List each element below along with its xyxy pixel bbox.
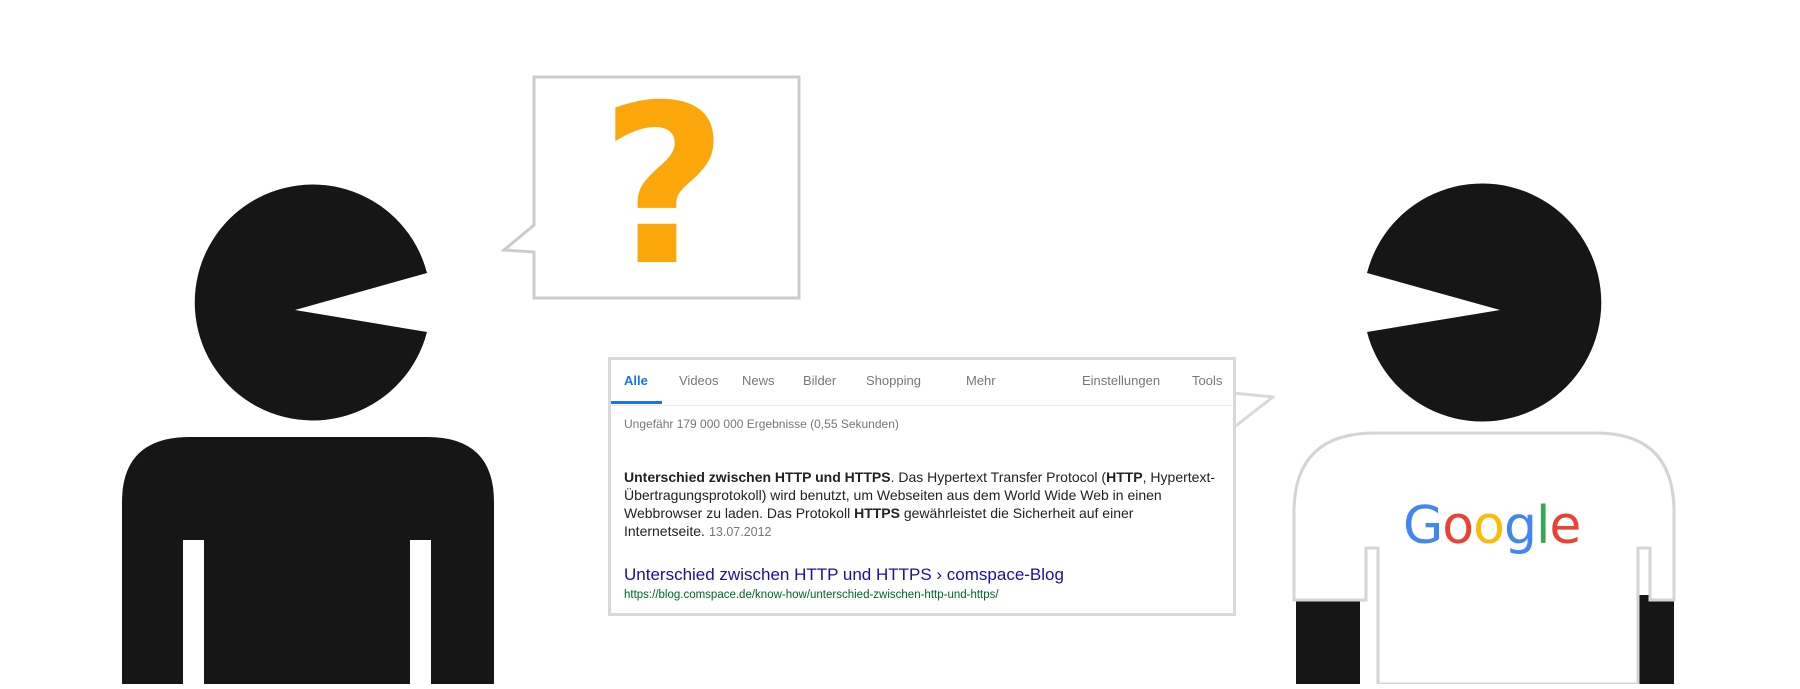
right-arm-left xyxy=(1296,595,1360,684)
tab-bilder[interactable]: Bilder xyxy=(803,373,836,388)
left-person xyxy=(122,184,494,684)
illustration: ? Alle Videos News Bilder Shopping Mehr … xyxy=(0,0,1800,686)
logo-letter-g2: g xyxy=(1503,496,1537,556)
left-arm-gap-left xyxy=(183,540,204,684)
question-bubble xyxy=(500,75,801,300)
left-person-body xyxy=(122,437,494,684)
left-person-head xyxy=(194,184,427,421)
search-bubble-tail xyxy=(1232,391,1275,430)
tab-videos[interactable]: Videos xyxy=(679,373,719,388)
logo-letter-e: e xyxy=(1549,496,1581,556)
active-tab-indicator xyxy=(611,401,662,404)
logo-letter-g: G xyxy=(1403,496,1443,556)
snippet-date: 13.07.2012 xyxy=(708,525,772,539)
google-logo: Google xyxy=(1403,496,1581,556)
snippet-title: Unterschied zwischen HTTP und HTTPS xyxy=(624,469,891,485)
right-person-head xyxy=(1367,183,1602,422)
result-url: https://blog.comspace.de/know-how/unters… xyxy=(624,589,999,601)
left-arm-gap-right xyxy=(410,540,431,684)
snippet-bold-http: HTTP xyxy=(1106,469,1143,485)
logo-letter-o1: o xyxy=(1442,496,1474,556)
logo-letter-l: l xyxy=(1535,496,1550,556)
result-count: Ungefähr 179 000 000 Ergebnisse (0,55 Se… xyxy=(624,417,899,431)
logo-letter-o2: o xyxy=(1473,496,1505,556)
search-tabs: Alle Videos News Bilder Shopping Mehr Ei… xyxy=(611,360,1233,406)
snippet-bold-https: HTTPS xyxy=(854,505,900,521)
search-results-panel: Alle Videos News Bilder Shopping Mehr Ei… xyxy=(608,357,1236,616)
tab-alle[interactable]: Alle xyxy=(624,373,648,388)
snippet-text-1: . Das Hypertext Transfer Protocol ( xyxy=(890,469,1107,485)
tab-news[interactable]: News xyxy=(742,373,775,388)
tab-einstellungen[interactable]: Einstellungen xyxy=(1082,373,1160,388)
tab-tools[interactable]: Tools xyxy=(1192,373,1222,388)
result-title-link[interactable]: Unterschied zwischen HTTP und HTTPS › co… xyxy=(624,565,1064,585)
right-person xyxy=(1292,183,1676,686)
tab-mehr[interactable]: Mehr xyxy=(966,373,996,388)
result-snippet: Unterschied zwischen HTTP und HTTPS. Das… xyxy=(624,468,1224,541)
tab-shopping[interactable]: Shopping xyxy=(866,373,921,388)
